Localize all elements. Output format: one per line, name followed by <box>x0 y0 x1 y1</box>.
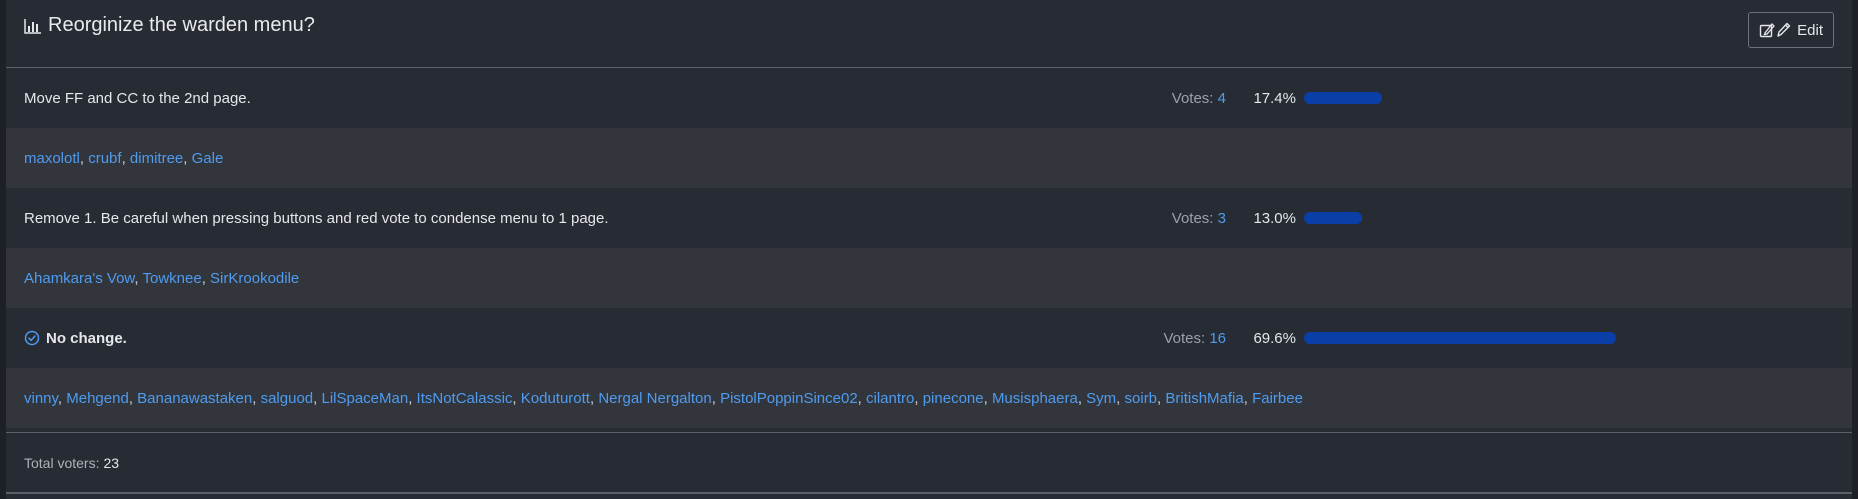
voter-separator: , <box>57 389 67 407</box>
edit-button-label: Edit <box>1797 21 1823 39</box>
voter-separator: , <box>79 149 89 167</box>
vote-count[interactable]: 4 <box>1218 90 1226 107</box>
voter-link[interactable]: SirKrookodile <box>210 270 299 287</box>
votes-label: Votes: <box>1171 209 1214 227</box>
voter-link[interactable]: maxolotl <box>24 150 80 167</box>
voter-link[interactable]: Bananawastaken <box>137 390 252 407</box>
poll-option-selected[interactable]: No change. Votes: 16 69.6% <box>6 308 1852 368</box>
voter-link[interactable]: Gale <box>192 150 224 167</box>
voter-link[interactable]: crubf <box>88 150 121 167</box>
vote-bar-fill <box>1304 332 1616 344</box>
voter-separator: , <box>1077 389 1087 407</box>
option-votes: Votes: 16 <box>1106 330 1226 347</box>
voter-link[interactable]: Mehgend <box>66 390 129 407</box>
voter-separator: , <box>983 389 992 407</box>
option-text: No change. <box>24 330 127 347</box>
voter-link[interactable]: cilantro <box>866 390 914 407</box>
total-voters-label: Total voters: <box>24 454 100 471</box>
poll-option[interactable]: Remove 1. Be careful when pressing butto… <box>6 188 1852 248</box>
voter-separator: , <box>183 149 192 167</box>
voter-separator: , <box>711 389 721 407</box>
check-circle-icon <box>24 330 40 346</box>
voter-list: maxolotl, crubf, dimitree, Gale <box>24 150 223 167</box>
voter-link[interactable]: BritishMafia <box>1165 390 1243 407</box>
voter-link[interactable]: ItsNotCalassic <box>417 390 513 407</box>
poll-option[interactable]: Move FF and CC to the 2nd page. Votes: 4… <box>6 68 1852 128</box>
poll-card: Reorginize the warden menu? Edit Move FF… <box>6 0 1852 499</box>
option-text-label: No change. <box>46 329 127 347</box>
voter-list-row: vinny, Mehgend, Bananawastaken, salguod,… <box>6 368 1852 428</box>
voter-link[interactable]: Ahamkara's Vow <box>24 270 134 287</box>
voter-link[interactable]: PistolPoppinSince02 <box>720 390 858 407</box>
votes-label: Votes: <box>1171 89 1214 107</box>
voter-link[interactable]: Nergal Nergalton <box>598 390 711 407</box>
voter-separator: , <box>1243 389 1253 407</box>
voter-separator: , <box>252 389 261 407</box>
vote-count[interactable]: 16 <box>1209 330 1226 347</box>
option-percent: 17.4% <box>1253 89 1296 107</box>
option-votes: Votes: 4 <box>1106 90 1226 107</box>
voter-link[interactable]: salguod <box>261 390 314 407</box>
voter-list: vinny, Mehgend, Bananawastaken, salguod,… <box>24 390 1303 407</box>
voter-link[interactable]: pinecone <box>923 390 984 407</box>
option-votes: Votes: 3 <box>1106 210 1226 227</box>
voter-link[interactable]: Sym <box>1086 390 1116 407</box>
voter-separator: , <box>512 389 521 407</box>
voter-link[interactable]: LilSpaceMan <box>321 390 408 407</box>
voter-separator: , <box>1116 389 1125 407</box>
voter-link[interactable]: Fairbee <box>1252 390 1303 407</box>
voter-separator: , <box>128 389 138 407</box>
edit-button[interactable]: Edit <box>1748 12 1834 48</box>
poll-footer: Total voters: 23 <box>6 432 1852 494</box>
vote-bar <box>1304 92 1674 104</box>
voter-link[interactable]: soirb <box>1125 390 1158 407</box>
voter-separator: , <box>408 389 417 407</box>
voter-list-row: maxolotl, crubf, dimitree, Gale <box>6 128 1852 188</box>
bar-chart-icon <box>24 18 41 34</box>
voter-list-row: Ahamkara's Vow, Towknee, SirKrookodile <box>6 248 1852 308</box>
voter-separator: , <box>201 269 211 287</box>
voter-link[interactable]: Koduturott <box>521 390 590 407</box>
voter-separator: , <box>857 389 866 407</box>
vote-bar <box>1304 332 1674 344</box>
voter-link[interactable]: Musisphaera <box>992 390 1078 407</box>
poll-header: Reorginize the warden menu? Edit <box>6 0 1852 68</box>
edit-pen-icon <box>1759 22 1791 38</box>
voter-separator: , <box>914 389 923 407</box>
vote-bar-fill <box>1304 92 1382 104</box>
voter-separator: , <box>121 149 130 167</box>
option-text: Move FF and CC to the 2nd page. <box>24 89 251 107</box>
voter-link[interactable]: Towknee <box>143 270 202 287</box>
vote-bar-fill <box>1304 212 1362 224</box>
option-percent: 13.0% <box>1253 209 1296 227</box>
option-percent: 69.6% <box>1253 329 1296 347</box>
total-voters-count: 23 <box>103 454 120 471</box>
voter-link[interactable]: dimitree <box>130 150 183 167</box>
option-text: Remove 1. Be careful when pressing butto… <box>24 209 609 227</box>
poll-title: Reorginize the warden menu? <box>24 14 315 37</box>
voter-separator: , <box>134 269 143 287</box>
poll-title-text: Reorginize the warden menu? <box>48 14 315 36</box>
voter-list: Ahamkara's Vow, Towknee, SirKrookodile <box>24 270 299 287</box>
vote-count[interactable]: 3 <box>1218 210 1226 227</box>
vote-bar <box>1304 212 1674 224</box>
voter-link[interactable]: vinny <box>24 390 58 407</box>
votes-label: Votes: <box>1163 329 1206 347</box>
